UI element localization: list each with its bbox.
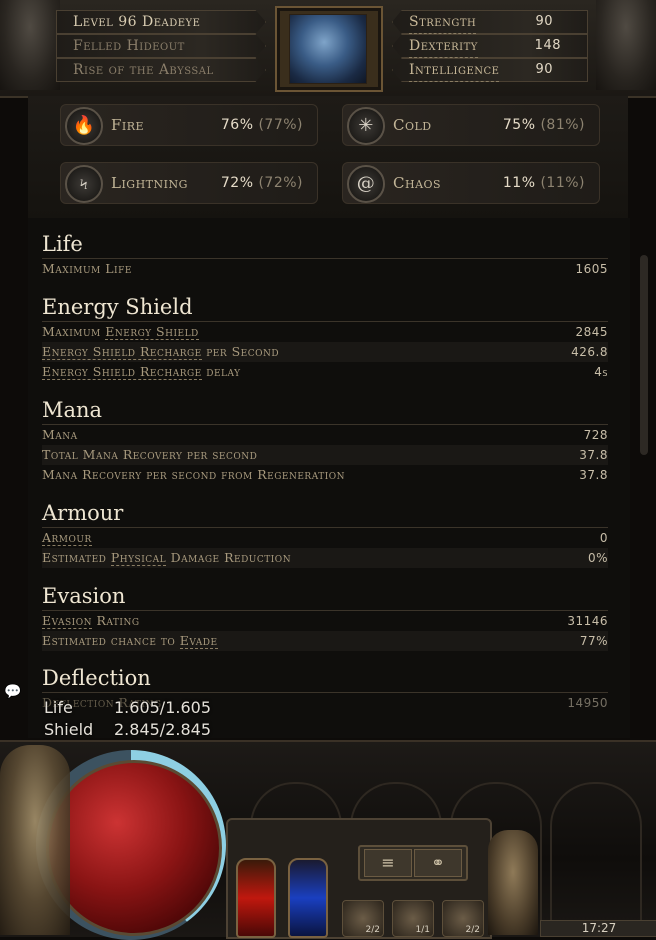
background-arch (550, 782, 642, 934)
life-flask[interactable] (236, 858, 276, 938)
chaos-spiral-icon: @ (347, 165, 385, 203)
resistance-fire: 🔥 Fire 76% (77%) (60, 104, 318, 146)
panel-scrollbar[interactable] (640, 255, 648, 455)
mana-flask[interactable] (288, 858, 328, 938)
left-statue-ornament (0, 0, 60, 90)
belt-charm-slot[interactable]: 2/2 (342, 900, 384, 937)
stat-row: Mana Recovery per second from Regenerati… (42, 467, 608, 482)
clock: 17:27 (540, 920, 656, 937)
stat-strength: Strength 90 (392, 10, 588, 34)
stat-row: Estimated chance to Evade 77% (42, 631, 608, 651)
stat-row: Total Mana Recovery per second 37.8 (42, 445, 608, 465)
section-title: Armour (42, 499, 608, 528)
section-evasion: Evasion Evasion Rating 31146 Estimated c… (42, 582, 608, 651)
demon-statue-ornament (0, 745, 70, 935)
character-portrait[interactable] (275, 6, 383, 92)
stat-row: Armour 0 (42, 530, 608, 546)
stat-row: Maximum Energy Shield 2845 (42, 324, 608, 340)
stat-intelligence: Intelligence 90 (392, 58, 588, 82)
character-level: Level 96 Deadeye (56, 10, 266, 34)
belt-charm-slot[interactable]: 2/2 (442, 900, 484, 937)
section-energy-shield: Energy Shield Maximum Energy Shield 2845… (42, 293, 608, 382)
section-title: Life (42, 230, 608, 259)
stat-dexterity: Dexterity 148 (392, 34, 588, 58)
section-mana: Mana Mana 728 Total Mana Recovery per sec… (42, 396, 608, 485)
chain-link-icon[interactable]: ⚭ (414, 849, 462, 877)
resistance-lightning: ϟ Lightning 72% (72%) (60, 162, 318, 204)
resistances-panel: 🔥 Fire 76% (77%) ✳ Cold 75% (81%) ϟ Ligh… (28, 96, 628, 218)
character-league: Rise of the Abyssal League (56, 58, 266, 82)
snowflake-icon: ✳ (347, 107, 385, 145)
portrait-image (289, 14, 367, 84)
stat-row: Energy Shield Recharge per Second 426.8 (42, 342, 608, 362)
life-readout: Life 1.605/1.605 (44, 698, 211, 717)
character-header: Level 96 Deadeye Felled Hideout Rise of … (0, 0, 656, 98)
menu-button-group: ≡ ⚭ (358, 845, 468, 881)
stats-scroll-panel[interactable]: Life Maximum Life 1605 Energy Shield Maxi… (28, 218, 630, 738)
section-title: Evasion (42, 582, 608, 611)
resource-overlay: Life 1.605/1.605 Shield 2.845/2.845 (44, 697, 224, 741)
shield-readout: Shield 2.845/2.845 (44, 720, 211, 739)
section-title: Energy Shield (42, 293, 608, 322)
stat-row: Evasion Rating 31146 (42, 613, 608, 629)
character-location: Felled Hideout (56, 34, 266, 58)
section-armour: Armour Armour 0 Estimated Physical Damag… (42, 499, 608, 568)
stat-row: Maximum Life 1605 (42, 261, 608, 276)
life-orb[interactable] (46, 760, 222, 936)
right-statue-ornament (596, 0, 656, 90)
lightning-icon: ϟ (65, 165, 103, 203)
stat-row: Mana 728 (42, 427, 608, 442)
stat-row: Estimated Physical Damage Reduction 0% (42, 548, 608, 568)
section-life: Life Maximum Life 1605 (42, 230, 608, 279)
menu-list-icon[interactable]: ≡ (364, 849, 412, 877)
belt-charm-slot[interactable]: 1/1 (392, 900, 434, 937)
section-title: Deflection (42, 664, 608, 693)
fire-icon: 🔥 (65, 107, 103, 145)
stat-row: Energy Shield Recharge delay 4s (42, 364, 608, 380)
chat-bubble-icon[interactable]: 💬 (4, 684, 21, 700)
section-title: Mana (42, 396, 608, 425)
right-hud-statue (488, 830, 538, 935)
resistance-chaos: @ Chaos 11% (11%) (342, 162, 600, 204)
resistance-cold: ✳ Cold 75% (81%) (342, 104, 600, 146)
